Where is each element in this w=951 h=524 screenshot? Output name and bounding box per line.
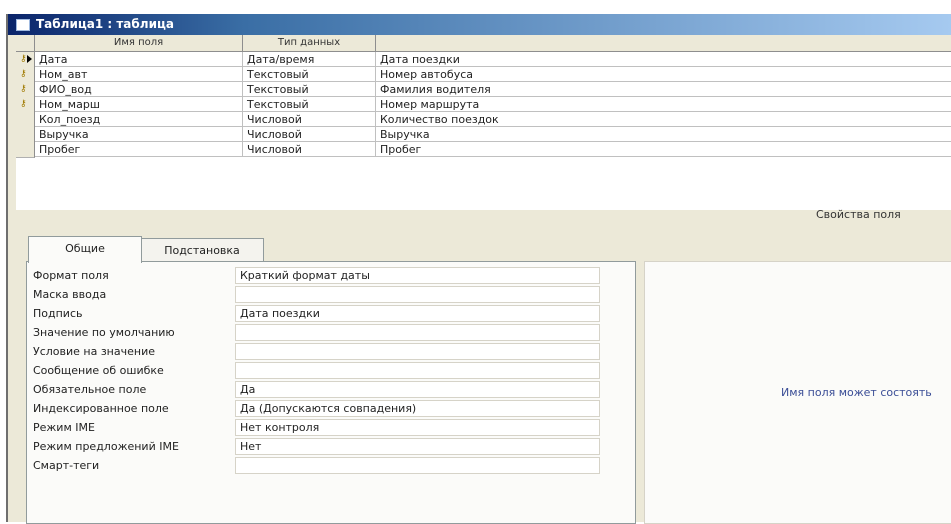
data-type-cell[interactable]: Текстовый xyxy=(243,67,376,82)
title-bar[interactable]: Таблица1 : таблица xyxy=(8,14,951,35)
property-label: Значение по умолчанию xyxy=(33,326,175,339)
description-cell[interactable]: Номер маршрута xyxy=(376,97,951,112)
field-name-cell[interactable]: Выручка xyxy=(35,127,243,142)
header-corner xyxy=(16,35,35,51)
property-row: Индексированное поле Да (Допускаются совп… xyxy=(27,399,635,418)
key-icon: ⚷ xyxy=(20,54,27,64)
property-label: Маска ввода xyxy=(33,288,107,301)
property-row: Маска ввода xyxy=(27,285,635,304)
property-value-field[interactable]: Да (Допускаются совпадения) xyxy=(235,400,600,417)
row-selector[interactable]: ⚷ xyxy=(16,97,35,113)
property-label: Индексированное поле xyxy=(33,402,169,415)
property-row: Условие на значение xyxy=(27,342,635,361)
arrow-right-icon xyxy=(27,55,32,63)
description-cell[interactable]: Дата поездки xyxy=(376,52,951,67)
field-name-cell[interactable]: Пробег xyxy=(35,142,243,157)
data-type-cell[interactable]: Числовой xyxy=(243,127,376,142)
table-row[interactable]: ⚷ Ном_авт Текстовый Номер автобуса xyxy=(16,67,951,83)
table-icon xyxy=(16,19,30,31)
property-value-field[interactable]: Дата поездки xyxy=(235,305,600,322)
field-name-cell[interactable]: Ном_авт xyxy=(35,67,243,82)
table-row[interactable]: ⚷ Ном_марш Текстовый Номер маршрута xyxy=(16,97,951,113)
property-row: Режим IME Нет контроля xyxy=(27,418,635,437)
description-cell[interactable]: Фамилия водителя xyxy=(376,82,951,97)
row-selector[interactable] xyxy=(16,142,35,158)
help-text: Имя поля может состоять xyxy=(781,386,932,399)
table-design-window: Таблица1 : таблица Имя поля Тип данных ⚷… xyxy=(6,14,951,524)
tab-lookup[interactable]: Подстановка xyxy=(140,238,264,263)
data-type-cell[interactable]: Дата/время xyxy=(243,52,376,67)
data-type-cell[interactable]: Текстовый xyxy=(243,97,376,112)
table-row[interactable]: ⚷ ФИО_вод Текстовый Фамилия водителя xyxy=(16,82,951,98)
property-row: Обязательное поле Да xyxy=(27,380,635,399)
property-row: Формат поля Краткий формат даты xyxy=(27,266,635,285)
header-data-type: Тип данных xyxy=(243,35,376,51)
property-label: Условие на значение xyxy=(33,345,155,358)
header-description xyxy=(376,35,951,51)
property-label: Сообщение об ошибке xyxy=(33,364,164,377)
tab-general[interactable]: Общие xyxy=(28,236,142,263)
data-type-cell[interactable]: Числовой xyxy=(243,112,376,127)
field-name-cell[interactable]: Ном_марш xyxy=(35,97,243,112)
description-cell[interactable]: Пробег xyxy=(376,142,951,157)
key-icon: ⚷ xyxy=(20,84,27,94)
property-value-field[interactable]: Краткий формат даты xyxy=(235,267,600,284)
row-selector[interactable]: ⚷ xyxy=(16,82,35,98)
grid-header: Имя поля Тип данных xyxy=(16,35,951,52)
property-row: Режим предложений IME Нет xyxy=(27,437,635,456)
property-value-field[interactable] xyxy=(235,286,600,303)
description-cell[interactable]: Номер автобуса xyxy=(376,67,951,82)
property-value-field[interactable] xyxy=(235,457,600,474)
data-type-cell[interactable]: Числовой xyxy=(243,142,376,157)
field-grid: Имя поля Тип данных ⚷ Дата Дата/время Дата … xyxy=(16,35,951,210)
field-name-cell[interactable]: Кол_поезд xyxy=(35,112,243,127)
property-row: Сообщение об ошибке xyxy=(27,361,635,380)
property-row: Значение по умолчанию xyxy=(27,323,635,342)
table-row[interactable]: Кол_поезд Числовой Количество поездок xyxy=(16,112,951,128)
table-row[interactable]: Выручка Числовой Выручка xyxy=(16,127,951,143)
property-label: Режим предложений IME xyxy=(33,440,179,453)
property-label: Режим IME xyxy=(33,421,95,434)
table-row[interactable]: Пробег Числовой Пробег xyxy=(16,142,951,158)
data-type-cell[interactable]: Текстовый xyxy=(243,82,376,97)
key-icon: ⚷ xyxy=(20,69,27,79)
property-value-field[interactable] xyxy=(235,362,600,379)
properties-area: Общие Подстановка Формат поля Краткий фор… xyxy=(16,236,951,524)
property-label: Обязательное поле xyxy=(33,383,147,396)
general-properties-panel: Формат поля Краткий формат даты Маска ввод… xyxy=(26,261,636,524)
property-label: Формат поля xyxy=(33,269,109,282)
property-label: Подпись xyxy=(33,307,83,320)
window-title: Таблица1 : таблица xyxy=(36,17,174,31)
row-selector[interactable] xyxy=(16,112,35,128)
property-label: Смарт-теги xyxy=(33,459,100,472)
header-field-name: Имя поля xyxy=(35,35,243,51)
property-value-field[interactable] xyxy=(235,343,600,360)
field-name-cell[interactable]: ФИО_вод xyxy=(35,82,243,97)
property-value-field[interactable] xyxy=(235,324,600,341)
row-selector[interactable]: ⚷ xyxy=(16,52,35,68)
field-name-cell[interactable]: Дата xyxy=(35,52,243,67)
row-selector[interactable]: ⚷ xyxy=(16,67,35,83)
table-row[interactable]: ⚷ Дата Дата/время Дата поездки xyxy=(16,52,951,68)
property-row: Подпись Дата поездки xyxy=(27,304,635,323)
property-value-field[interactable]: Нет xyxy=(235,438,600,455)
field-properties-label: Свойства поля xyxy=(816,208,901,221)
row-selector[interactable] xyxy=(16,127,35,143)
help-panel: Имя поля может состоять xyxy=(644,261,951,524)
key-icon: ⚷ xyxy=(20,99,27,109)
description-cell[interactable]: Выручка xyxy=(376,127,951,142)
property-value-field[interactable]: Да xyxy=(235,381,600,398)
property-value-field[interactable]: Нет контроля xyxy=(235,419,600,436)
property-row: Смарт-теги xyxy=(27,456,635,475)
description-cell[interactable]: Количество поездок xyxy=(376,112,951,127)
